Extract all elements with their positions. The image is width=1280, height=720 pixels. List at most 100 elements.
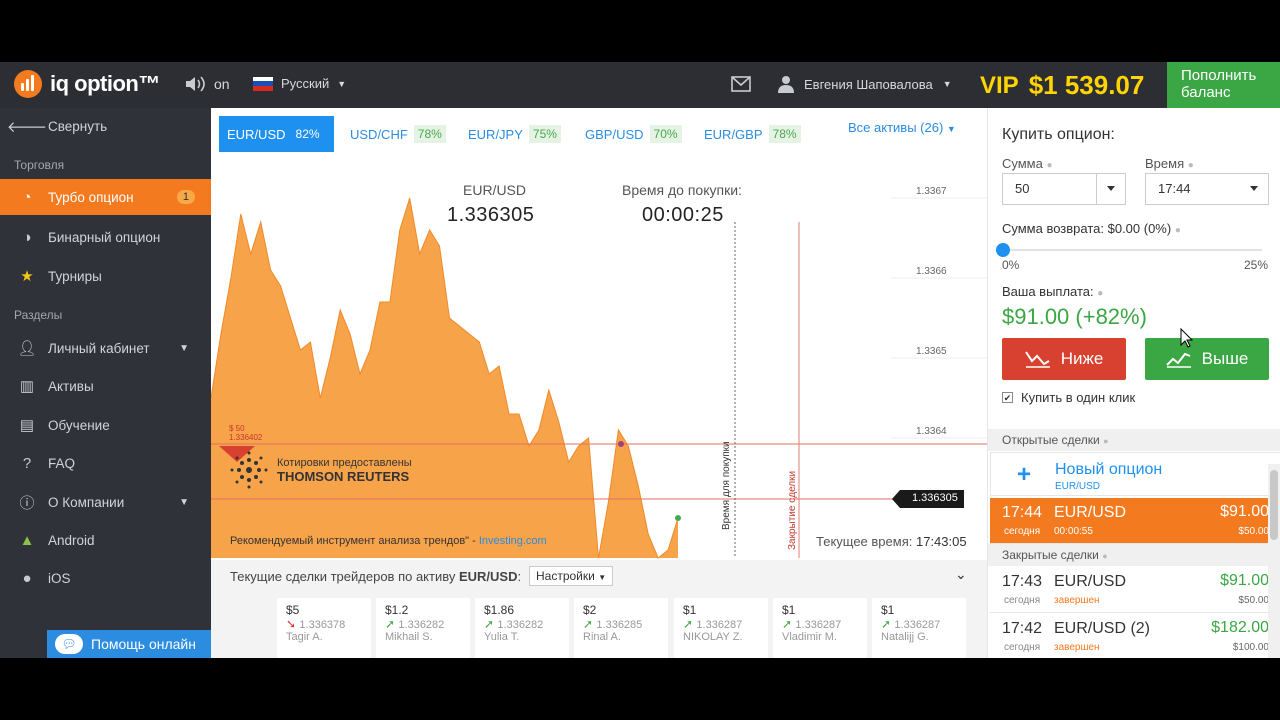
trader-card: $1 ➚ 1.336287 Natalijj G. [872, 598, 966, 658]
y-tick-label: 1.3364 [916, 426, 947, 437]
time-select[interactable]: 17:44 [1145, 173, 1269, 205]
sidebar-item-tournaments[interactable]: ★ Турниры [0, 258, 211, 294]
settings-dropdown[interactable]: Настройки ▼ [529, 566, 614, 586]
sidebar-item-cabinet[interactable]: 👤︎ Личный кабинет ▼ [0, 330, 211, 366]
user-menu[interactable]: Евгения Шаповалова ▼ [778, 75, 952, 93]
info-icon[interactable]: ● [1097, 288, 1103, 299]
put-button[interactable]: Ниже [1002, 338, 1126, 380]
all-assets-label: Все активы (26) [848, 120, 944, 135]
sidebar-item-faq[interactable]: ? FAQ [0, 445, 211, 481]
tab-asset[interactable]: USD/CHF 78% [342, 116, 454, 152]
deposit-button[interactable]: Пополнить баланс [1167, 62, 1280, 108]
all-assets-dropdown[interactable]: Все активы (26) ▼ [848, 120, 956, 135]
tab-percent: 70% [649, 125, 682, 143]
sound-toggle[interactable]: on [184, 74, 230, 94]
logo-icon [14, 70, 42, 98]
y-tick-label: 1.3367 [916, 186, 947, 197]
info-icon[interactable]: ● [1188, 160, 1194, 171]
sidebar-section-trading: Торговля [14, 158, 65, 172]
info-icon[interactable]: ● [1175, 225, 1181, 236]
refund-text: Сумма возврата: $0.00 (0%) [1002, 221, 1172, 236]
slider-handle[interactable] [996, 243, 1010, 257]
provider-line2: THOMSON REUTERS [277, 468, 410, 484]
thomson-reuters-logo-icon [230, 451, 268, 489]
call-label: Выше [1201, 349, 1249, 368]
tab-asset[interactable]: GBP/USD 70% [577, 116, 690, 152]
logo[interactable]: iq option™ [14, 70, 160, 98]
info-icon[interactable]: ● [1046, 160, 1052, 171]
deal-status: завершен [1054, 595, 1100, 606]
payout-label-text: Ваша выплата: [1002, 284, 1094, 299]
trader-name: NIKOLAY Z. [683, 631, 743, 643]
sidebar-collapse[interactable]: 🡐 Свернуть [0, 108, 211, 144]
deal-invest: $100.00 [1232, 642, 1269, 653]
trader-price-row: ➚ 1.336282 [484, 617, 560, 631]
trader-price-row: ➚ 1.336287 [782, 617, 858, 631]
sidebar-item-company[interactable]: ⓘ О Компании ▼ [0, 484, 211, 520]
chevron-down-icon [1250, 186, 1258, 191]
sidebar-item-android[interactable]: ▲ Android [0, 522, 211, 558]
sidebar-section-sections: Разделы [14, 308, 63, 322]
language-selector[interactable]: Русский ▼ [253, 76, 346, 91]
amount-select[interactable]: 50 [1002, 173, 1126, 205]
amount-value: 50 [1015, 181, 1030, 196]
sidebar-item-ios[interactable]: ● iOS [0, 560, 211, 596]
online-help-button[interactable]: 💬︎ Помощь онлайн [47, 630, 213, 658]
sidebar-item-label: Турбо опцион [48, 189, 134, 205]
refund-slider[interactable] [996, 243, 1262, 257]
price-chart[interactable]: 1.33671.33661.33651.336417:39:3017:40:00… [211, 158, 987, 578]
trader-amount: $1.2 [385, 603, 409, 617]
sidebar-item-education[interactable]: ▤ Обучение [0, 407, 211, 443]
chevron-down-icon: ▼ [179, 342, 189, 354]
sidebar-item-binary[interactable]: ◑ Бинарный опцион [0, 219, 211, 255]
time-label: Время ● [1145, 156, 1194, 171]
arrow-up-icon: ➚ [881, 617, 892, 631]
deal-day: сегодня [1004, 526, 1041, 537]
current-time: Текущее время: 17:43:05 [816, 534, 967, 549]
open-deal-row[interactable]: 17:44 сегодня EUR/USD 00:00:55 $91.00 $5… [990, 498, 1280, 544]
help-label: Помощь онлайн [91, 636, 196, 652]
deal-asset: EUR/USD [1054, 504, 1127, 521]
language-label: Русский [281, 76, 330, 91]
question-icon: ? [22, 454, 32, 472]
checkmark-icon[interactable]: ✔ [1002, 392, 1013, 403]
arrow-left-icon: 🡐 [6, 118, 48, 136]
tab-asset[interactable]: EUR/GBP 78% [696, 116, 809, 152]
mail-icon[interactable] [731, 76, 751, 92]
trader-price-row: ➚ 1.336287 [881, 617, 957, 631]
sidebar-item-turbo[interactable]: ◔ Турбо опцион 1 [0, 179, 211, 215]
tab-pair: EUR/USD [227, 126, 286, 142]
half-circle-icon: ◑ [22, 228, 32, 246]
russia-flag-icon [253, 76, 273, 91]
tab-asset[interactable]: EUR/JPY 75% [460, 116, 569, 152]
sidebar-item-assets[interactable]: ▥ Активы [0, 368, 211, 404]
trader-amount: $1 [782, 603, 796, 617]
collapse-chevron-icon[interactable]: ⌄ [955, 566, 967, 583]
sidebar-item-label: Личный кабинет [48, 340, 150, 356]
trader-card: $1 ➚ 1.336287 NIKOLAY Z. [674, 598, 768, 658]
top-header: iq option™ on Русский ▼ Евгения Шаповало… [0, 62, 1280, 108]
call-button[interactable]: Выше [1145, 338, 1269, 380]
deals-scrollbar[interactable] [1268, 464, 1280, 658]
trader-amount: $2 [583, 603, 597, 617]
trader-amount: $1 [683, 603, 697, 617]
amount-label-text: Сумма [1002, 156, 1043, 171]
arrow-down-icon: ➘ [286, 617, 297, 631]
time-value: 17:44 [1158, 181, 1191, 196]
tab-asset[interactable]: EUR/USD 82% [219, 116, 334, 152]
new-option-button[interactable]: + Новый опцион EUR/USD [990, 452, 1280, 496]
deal-payout: $91.00 [1220, 572, 1269, 589]
payout-label: Ваша выплата: ● [1002, 284, 1103, 299]
investing-link[interactable]: Investing.com [479, 535, 547, 547]
provider-line1: Котировки предоставлены [277, 456, 412, 469]
deal-time: 17:43 [1002, 573, 1043, 590]
sidebar-item-label: Android [48, 532, 95, 548]
closed-deal-row[interactable]: 17:43 сегодня EUR/USD завершен $91.00 $5… [990, 567, 1280, 613]
scrollbar-thumb[interactable] [1270, 470, 1278, 540]
closed-deals-label: Закрытые сделки [1002, 548, 1099, 562]
closed-deal-row[interactable]: 17:42 сегодня EUR/USD (2) завершен $182.… [990, 614, 1280, 658]
one-click-checkbox[interactable]: ✔ Купить в один клик [1002, 390, 1135, 405]
sidebar: 🡐 Свернуть Торговля ◔ Турбо опцион 1 ◑ Б… [0, 108, 211, 658]
buy-deadline-label: Время для покупки [721, 441, 732, 530]
vip-label: VIP [980, 72, 1019, 99]
